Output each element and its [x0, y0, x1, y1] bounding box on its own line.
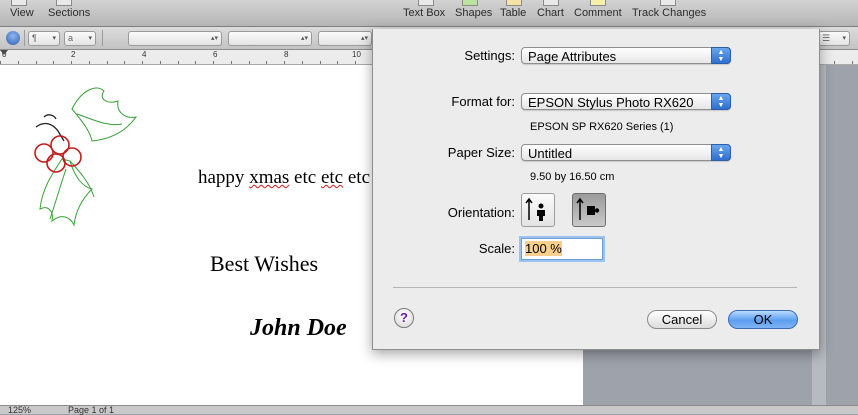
help-button[interactable]: ? — [394, 308, 414, 328]
ruler-tick — [213, 61, 214, 64]
ruler-tick — [284, 61, 285, 64]
list-icon: ☰ — [822, 33, 831, 43]
landscape-icon — [576, 197, 600, 220]
ruler-tick — [195, 61, 196, 64]
ruler-number: 2 — [71, 50, 76, 59]
character-style-value: a — [68, 33, 74, 43]
font-typeface-popup[interactable]: ▴▾ — [228, 31, 312, 46]
portrait-icon — [525, 197, 545, 221]
sections-icon — [56, 0, 72, 6]
font-size-popup[interactable]: ▴▾ — [318, 31, 372, 46]
ruler-tick — [337, 61, 338, 64]
paragraph-style-popup[interactable]: ¶ ▾ — [28, 31, 60, 46]
comment-button[interactable]: Comment — [574, 7, 622, 19]
misspelled-word[interactable]: etc — [321, 167, 343, 188]
view-icon — [11, 0, 27, 6]
ruler-tick — [231, 61, 232, 64]
text-box-icon — [418, 0, 434, 6]
ruler-number: 10 — [352, 50, 361, 59]
page-setup-dialog: Settings: Page Attributes ▲ ▼ Format for:… — [372, 29, 820, 350]
ruler-tick — [852, 61, 853, 64]
landscape-button[interactable] — [572, 193, 606, 227]
paper-size-detail: 9.50 by 16.50 cm — [530, 171, 615, 183]
comment-icon — [590, 0, 606, 6]
ruler-tick — [355, 61, 356, 64]
settings-popup[interactable]: Page Attributes ▲ ▼ — [521, 47, 731, 64]
separator — [102, 30, 103, 46]
separator — [24, 30, 25, 46]
ruler-tick — [18, 61, 19, 64]
character-style-popup[interactable]: a ▾ — [64, 31, 96, 46]
paper-size-value: Untitled — [528, 146, 573, 161]
view-button[interactable]: View — [10, 7, 34, 19]
table-button[interactable]: Table — [500, 7, 526, 19]
ruler-tick — [36, 61, 37, 64]
ruler-tick — [160, 61, 161, 64]
shapes-icon — [462, 0, 478, 6]
zoom-level[interactable]: 125% — [8, 406, 31, 415]
track-changes-icon — [660, 0, 676, 6]
signature-text[interactable]: John Doe — [250, 315, 347, 342]
separator — [393, 287, 797, 288]
sections-button[interactable]: Sections — [48, 7, 90, 19]
font-family-popup[interactable]: ▴▾ — [128, 31, 222, 46]
ruler-tick — [71, 61, 72, 64]
settings-value: Page Attributes — [528, 49, 617, 64]
ruler-number: 8 — [284, 50, 289, 59]
ruler-tick — [107, 61, 108, 64]
ruler-number: 4 — [142, 50, 147, 59]
table-icon — [506, 0, 522, 6]
pilcrow-icon: ¶ — [32, 33, 37, 43]
chart-button[interactable]: Chart — [537, 7, 564, 19]
ruler-tick — [0, 61, 1, 64]
page-count: Page 1 of 1 — [68, 405, 115, 415]
shapes-button[interactable]: Shapes — [455, 7, 492, 19]
format-for-label: Format for: — [451, 94, 515, 109]
ruler-tick — [302, 61, 303, 64]
greeting-prefix: happy — [198, 167, 250, 188]
ruler-tick — [89, 61, 90, 64]
settings-label: Settings: — [464, 48, 515, 63]
paper-size-popup[interactable]: Untitled ▲ ▼ — [521, 144, 731, 161]
left-indent-marker[interactable] — [0, 50, 8, 55]
chart-icon — [543, 0, 559, 6]
printer-detail: EPSON SP RX620 Series (1) — [530, 121, 674, 133]
ruler-number: 6 — [213, 50, 218, 59]
main-toolbar: View Sections Text Box Shapes Table Char… — [0, 0, 858, 27]
ok-button[interactable]: OK — [728, 310, 798, 329]
text-box-button[interactable]: Text Box — [403, 7, 445, 19]
orientation-label: Orientation: — [447, 205, 515, 220]
format-for-value: EPSON Stylus Photo RX620 — [528, 95, 694, 110]
misspelled-word[interactable]: xmas — [249, 167, 289, 188]
scale-value: 100 % — [525, 241, 562, 256]
popup-arrows-icon: ▲ ▼ — [711, 144, 731, 161]
ruler-tick — [320, 61, 321, 64]
popup-arrows-icon: ▲ ▼ — [711, 93, 731, 110]
portrait-button[interactable] — [521, 193, 555, 227]
popup-arrows-icon: ▲ ▼ — [711, 47, 731, 64]
ruler-tick — [178, 61, 179, 64]
track-changes-button[interactable]: Track Changes — [632, 7, 706, 19]
format-for-popup[interactable]: EPSON Stylus Photo RX620 ▲ ▼ — [521, 93, 731, 110]
scale-input[interactable]: 100 % — [521, 238, 603, 260]
ruler-tick — [249, 61, 250, 64]
greeting-text[interactable]: happy xmas etc etc etc! — [198, 167, 376, 189]
ruler-tick — [266, 61, 267, 64]
cancel-button[interactable]: Cancel — [647, 310, 717, 329]
scale-label: Scale: — [478, 241, 515, 256]
greeting-middle: etc — [289, 167, 321, 188]
ruler-tick — [834, 61, 835, 64]
styles-drawer-icon[interactable] — [6, 31, 20, 45]
ruler-tick — [142, 61, 143, 64]
ruler-tick — [124, 61, 125, 64]
list-style-popup[interactable]: ☰ ▾ — [818, 31, 850, 46]
ruler-tick — [53, 61, 54, 64]
holly-image — [34, 87, 138, 227]
paper-size-label: Paper Size: — [447, 145, 515, 160]
best-wishes-text[interactable]: Best Wishes — [210, 251, 318, 277]
